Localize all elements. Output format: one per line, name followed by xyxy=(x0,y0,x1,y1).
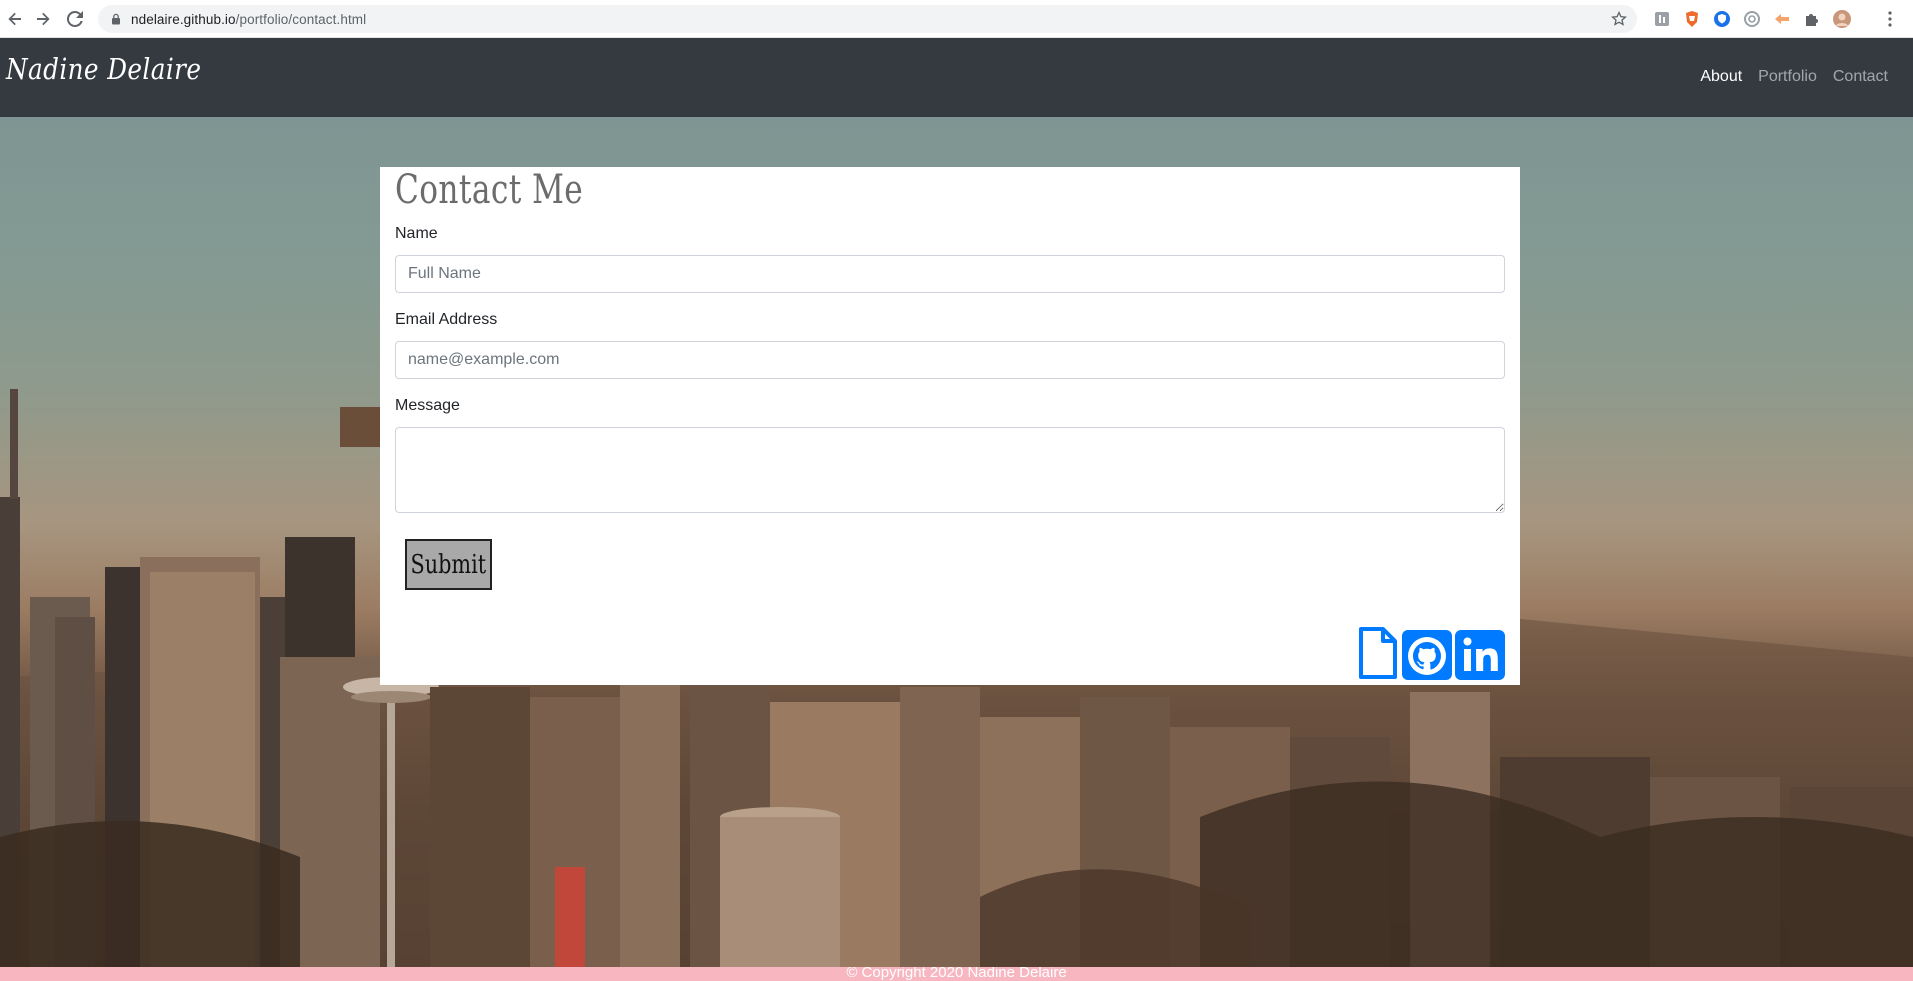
site-navbar: Nadine Delaire About Portfolio Contact xyxy=(0,38,1913,117)
linkedin-icon[interactable] xyxy=(1455,630,1505,680)
address-bar[interactable]: ndelaire.github.io/portfolio/contact.htm… xyxy=(98,5,1637,33)
extensions-tray xyxy=(1652,9,1852,29)
nav-links: About Portfolio Contact xyxy=(1700,68,1888,86)
openai-extension-icon[interactable] xyxy=(1742,9,1762,29)
lock-icon xyxy=(110,13,122,25)
name-input[interactable] xyxy=(395,255,1505,293)
nav-contact[interactable]: Contact xyxy=(1833,68,1888,86)
nav-about[interactable]: About xyxy=(1700,68,1742,86)
email-label: Email Address xyxy=(395,311,498,328)
github-icon[interactable] xyxy=(1402,630,1452,680)
nav-portfolio[interactable]: Portfolio xyxy=(1758,68,1817,86)
submit-button[interactable]: Submit xyxy=(405,539,492,590)
shield-extension-icon[interactable] xyxy=(1712,9,1732,29)
bookmark-star-icon[interactable] xyxy=(1611,10,1627,27)
resume-file-icon[interactable] xyxy=(1357,626,1399,680)
forward-arrow-icon[interactable] xyxy=(28,4,58,34)
orange-extension-icon[interactable] xyxy=(1772,9,1792,29)
social-links xyxy=(1357,626,1505,680)
message-textarea[interactable] xyxy=(395,427,1505,513)
site-footer: © Copyright 2020 Nadine Delaire xyxy=(0,967,1913,981)
browser-menu-icon[interactable] xyxy=(1880,9,1900,29)
browser-toolbar: ndelaire.github.io/portfolio/contact.htm… xyxy=(0,0,1913,38)
site-brand[interactable]: Nadine Delaire xyxy=(6,52,201,86)
reload-icon[interactable] xyxy=(60,4,90,34)
extensions-puzzle-icon[interactable] xyxy=(1802,9,1822,29)
brave-lion-icon[interactable] xyxy=(1682,9,1702,29)
contact-card: Contact Me Name Email Address Message Su… xyxy=(380,167,1520,685)
email-input[interactable] xyxy=(395,341,1505,379)
page-title: Contact Me xyxy=(395,167,584,213)
name-label: Name xyxy=(395,225,438,242)
extension-grey-icon[interactable] xyxy=(1652,9,1672,29)
back-arrow-icon[interactable] xyxy=(0,4,30,34)
copyright-text: © Copyright 2020 Nadine Delaire xyxy=(846,967,1067,981)
url-text: ndelaire.github.io/portfolio/contact.htm… xyxy=(131,11,367,27)
profile-avatar[interactable] xyxy=(1832,9,1852,29)
message-label: Message xyxy=(395,397,460,414)
